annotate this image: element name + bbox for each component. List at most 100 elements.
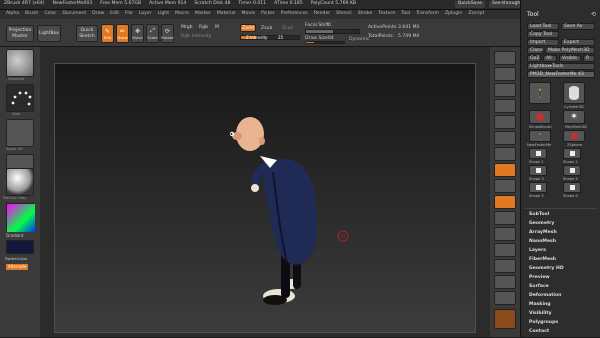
menu-render[interactable]: Render [314, 12, 330, 17]
menu-preferences[interactable]: Preferences [281, 12, 308, 17]
color-picker[interactable] [6, 203, 35, 232]
secondary-color-swatch[interactable] [6, 240, 34, 254]
menu-draw[interactable]: Draw [92, 12, 104, 17]
menu-picker[interactable]: Picker [261, 12, 275, 17]
scale-view-button[interactable] [494, 243, 516, 257]
tool-thumb-0[interactable]: 🕴 [529, 82, 551, 104]
save-as-button[interactable]: Save As [561, 23, 595, 30]
switch-color-button[interactable]: SwitchColor [5, 257, 27, 261]
subpalette-geometry-hd[interactable]: Geometry HD [529, 266, 564, 271]
move-view-button[interactable] [494, 227, 516, 241]
draw-size-slider[interactable] [305, 41, 345, 44]
subpalette-visibility[interactable]: Visibility [529, 311, 552, 316]
clone-button[interactable]: Clone [527, 47, 543, 54]
menu-brush[interactable]: Brush [25, 12, 38, 17]
zsub-button[interactable]: Zsub [261, 26, 272, 31]
transp-button[interactable] [494, 291, 516, 305]
lightbox-button[interactable]: LightBox [37, 25, 61, 42]
menu-edit[interactable]: Edit [110, 12, 119, 17]
dynamic-toggle[interactable]: Dynamic [349, 37, 369, 42]
tool-thumb-1[interactable] [563, 82, 585, 104]
menu-color[interactable]: Color [44, 12, 56, 17]
subpalette-preview[interactable]: Preview [529, 275, 550, 280]
tool-thumb-9[interactable] [563, 165, 581, 176]
menu-texture[interactable]: Texture [378, 12, 395, 17]
scale-button[interactable]: ⤢ Scale [146, 24, 159, 43]
menu-file[interactable]: File [125, 12, 133, 17]
linefill-button[interactable] [494, 275, 516, 289]
local-button[interactable] [494, 179, 516, 193]
bpr-button[interactable] [494, 51, 516, 65]
zoom-button[interactable] [494, 99, 516, 113]
material-thumbnail[interactable] [6, 168, 34, 196]
menu-stencil[interactable]: Stencil [336, 12, 352, 17]
subpalette-nanomesh[interactable]: NanoMesh [529, 239, 556, 244]
focal-shift-slider[interactable] [305, 29, 360, 34]
subpalette-arraymesh[interactable]: ArrayMesh [529, 230, 557, 235]
quicksave-button[interactable]: QuickSave [454, 1, 486, 8]
subpalette-deformation[interactable]: Deformation [529, 293, 561, 298]
rotate-view-button[interactable] [494, 259, 516, 273]
tool-thumb-2[interactable]: ✶ [563, 110, 585, 124]
floor-button[interactable] [494, 163, 516, 177]
brush-thumbnail[interactable] [6, 49, 34, 77]
menu-material[interactable]: Material [217, 12, 236, 17]
current-tool-name[interactable]: PM3D_NewFosterMe 43 [527, 71, 595, 78]
menu-stroke[interactable]: Stroke [358, 12, 373, 17]
spix-button[interactable] [494, 67, 516, 81]
draw-button[interactable]: ✏ Draw [116, 24, 129, 43]
zadd-button[interactable]: Zadd [240, 24, 256, 32]
load-tool-button[interactable]: Load Tool [527, 23, 559, 30]
persp-button[interactable] [494, 147, 516, 161]
tool-thumb-3[interactable] [529, 110, 551, 124]
menu-zplugin[interactable]: Zplugin [445, 12, 462, 17]
tool-thumb-6[interactable] [529, 148, 547, 159]
subpalette-contact[interactable]: Contact [529, 329, 549, 334]
menu-transform[interactable]: Transform [416, 12, 439, 17]
menu-alpha[interactable]: Alpha [6, 12, 19, 17]
tool-thumb-4[interactable] [563, 130, 585, 142]
menu-movie[interactable]: Movie [241, 12, 255, 17]
scroll-button[interactable] [494, 83, 516, 97]
menu-layer[interactable]: Layer [139, 12, 152, 17]
rgb-toggle[interactable]: Rgb [199, 25, 208, 30]
m-toggle[interactable]: M [215, 25, 219, 30]
export-button[interactable]: Export [561, 39, 595, 46]
tool-thumb-8[interactable] [529, 165, 547, 176]
menu-light[interactable]: Light [158, 12, 169, 17]
tool-thumb-7[interactable] [563, 148, 581, 159]
import-button[interactable]: Import [527, 39, 559, 46]
mrgb-toggle[interactable]: Mrgb [181, 25, 193, 30]
frame-button[interactable] [494, 211, 516, 225]
move-button[interactable]: ✥ Move [131, 24, 144, 43]
rgb-intensity-label[interactable]: Rgb Intensity [181, 34, 211, 39]
subpalette-surface[interactable]: Surface [529, 284, 549, 289]
menu-document[interactable]: Document [62, 12, 86, 17]
goz-button[interactable]: GoZ [527, 55, 541, 62]
subpalette-masking[interactable]: Masking [529, 302, 551, 307]
menu-zscript[interactable]: Zscript [468, 12, 484, 17]
copy-tool-button[interactable]: Copy Tool [527, 31, 559, 38]
actual-button[interactable] [494, 115, 516, 129]
canvas-viewport[interactable] [54, 63, 476, 333]
menu-macro[interactable]: Macro [175, 12, 189, 17]
subpalette-polygroups[interactable]: Polygroups [529, 320, 558, 325]
menu-tool[interactable]: Tool [401, 12, 410, 17]
r-button[interactable]: R [583, 55, 595, 62]
subpalette-layers[interactable]: Layers [529, 248, 546, 253]
close-icon[interactable]: ⟲ [591, 12, 596, 18]
alpha-thumbnail[interactable] [6, 119, 34, 147]
gradient-label[interactable]: Gradient [6, 234, 23, 238]
subpalette-subtool[interactable]: SubTool [529, 212, 549, 217]
projection-master-button[interactable]: Projection Master [6, 25, 34, 42]
alternate-button[interactable]: Alternate [6, 264, 29, 270]
subpalette-fibermesh[interactable]: FiberMesh [529, 257, 556, 262]
tool-thumb-10[interactable] [529, 182, 547, 193]
edit-button[interactable]: ✎ Edit [101, 24, 114, 43]
tool-thumb-5[interactable]: 🕴 [529, 130, 551, 142]
tool-thumb-11[interactable] [563, 182, 581, 193]
quick-sketch-button[interactable]: Quick Sketch [76, 25, 98, 42]
lsym-button[interactable] [494, 195, 516, 209]
rotate-button[interactable]: ⟳ Rotate [161, 24, 174, 43]
zcut-button[interactable]: Zcut [282, 26, 292, 31]
